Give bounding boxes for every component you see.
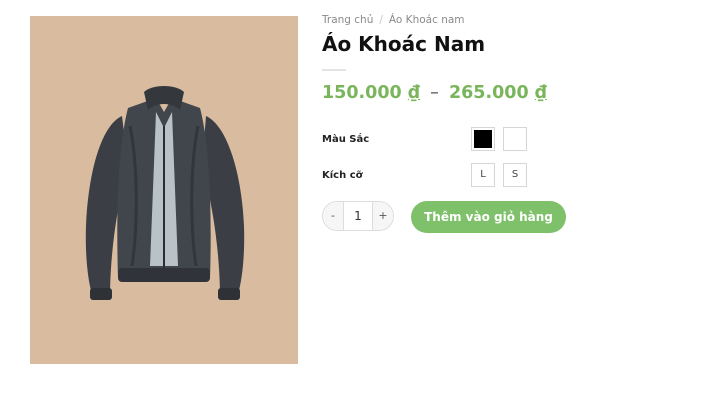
color-swatch-black[interactable] <box>471 127 495 151</box>
price-min: 150.000 <box>322 83 402 103</box>
price-max: 265.000 <box>448 83 529 103</box>
price-range-separator: – <box>430 83 439 103</box>
size-label: Kích cỡ <box>322 170 363 181</box>
quantity-decrease-button[interactable]: - <box>323 202 344 230</box>
breadcrumb-separator: / <box>379 14 383 26</box>
size-attribute-row: Kích cỡ L S <box>322 163 682 191</box>
product-summary: Trang chủ / Áo Khoác nam Áo Khoác Nam 150.… <box>322 14 682 235</box>
product-title: Áo Khoác Nam <box>322 32 486 56</box>
title-divider <box>322 69 346 71</box>
add-to-cart-row: - 1 + Thêm vào giỏ hàng <box>322 201 682 235</box>
color-attribute-row: Màu Sắc <box>322 127 682 155</box>
jacket-illustration <box>85 86 245 300</box>
product-price: 150.000 ₫ – 265.000 ₫ <box>322 83 682 103</box>
size-option-l[interactable]: L <box>471 163 495 187</box>
currency-symbol: ₫ <box>534 83 547 103</box>
size-option-s[interactable]: S <box>503 163 527 187</box>
currency-symbol: ₫ <box>407 83 420 103</box>
quantity-stepper: - 1 + <box>322 201 394 231</box>
breadcrumb: Trang chủ / Áo Khoác nam <box>322 14 682 26</box>
color-swatch-white[interactable] <box>503 127 527 151</box>
quantity-increase-button[interactable]: + <box>372 202 393 230</box>
color-label: Màu Sắc <box>322 134 370 145</box>
breadcrumb-home-link[interactable]: Trang chủ <box>322 14 373 26</box>
add-to-cart-button[interactable]: Thêm vào giỏ hàng <box>411 201 566 233</box>
breadcrumb-category-link[interactable]: Áo Khoác nam <box>389 14 465 26</box>
quantity-input[interactable]: 1 <box>343 202 373 230</box>
product-image[interactable] <box>30 16 298 364</box>
